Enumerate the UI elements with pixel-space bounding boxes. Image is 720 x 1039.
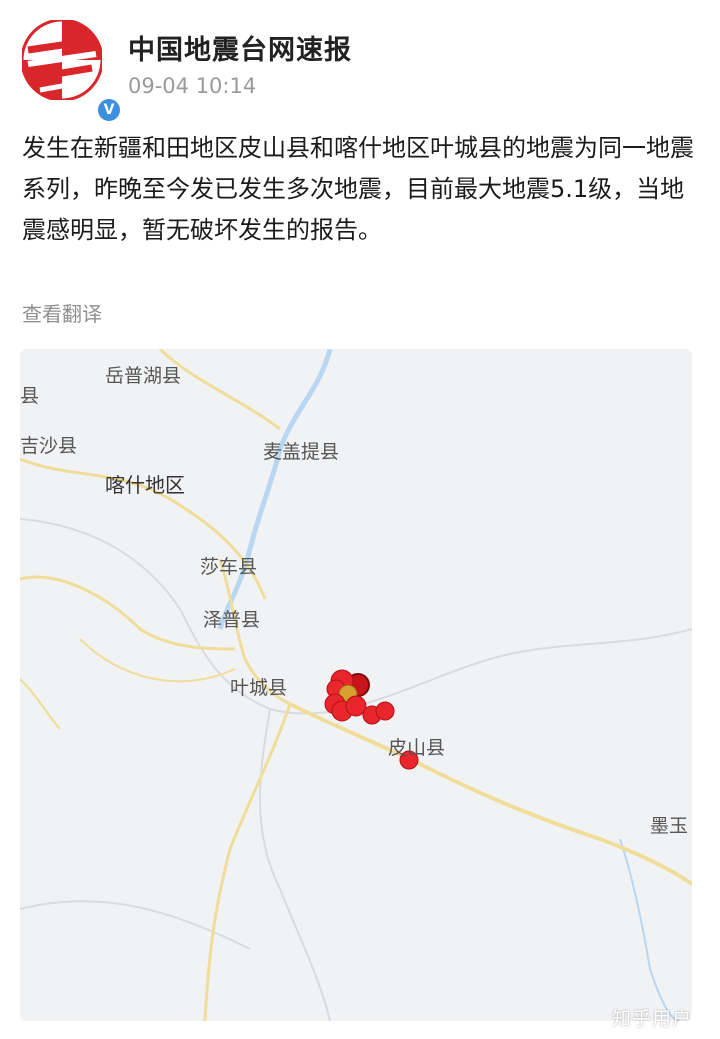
- road-line: [203, 703, 292, 1021]
- map-label-pishan: 皮山县: [388, 737, 446, 759]
- road-line: [79, 638, 236, 683]
- river-line: [217, 349, 333, 630]
- map-label-jiashi: 吉沙县: [20, 435, 78, 457]
- road-line: [289, 702, 692, 886]
- post-timestamp: 09-04 10:14: [128, 74, 257, 98]
- map-label-yecheng: 叶城县: [230, 677, 288, 699]
- cenc-logo-icon: [22, 20, 102, 100]
- road-line: [20, 678, 61, 730]
- map-label-yuepuhu: 岳普湖县: [105, 365, 182, 387]
- verified-badge-icon: V: [96, 97, 122, 123]
- map-label-kashgar: 喀什地区: [105, 473, 185, 497]
- earthquake-map[interactable]: 岳普湖县 县 吉沙县 麦盖提县 喀什地区 莎车县 泽普县 叶城县 皮山县 墨玉: [20, 349, 692, 1021]
- map-label-edge-county: 县: [20, 385, 40, 407]
- account-name[interactable]: 中国地震台网速报: [128, 28, 352, 67]
- epicenter-marker[interactable]: [375, 701, 395, 721]
- map-label-moyu: 墨玉: [650, 815, 689, 837]
- map-label-shache: 莎车县: [200, 556, 258, 578]
- avatar[interactable]: V: [22, 20, 122, 123]
- post-text: 发生在新疆和田地区皮山县和喀什地区叶城县的地震为同一地震系列，昨晚至今发已发生多…: [22, 134, 694, 244]
- translate-link[interactable]: 查看翻译: [22, 298, 102, 327]
- map-label-zepu: 泽普县: [203, 609, 261, 631]
- map-label-maigaiti: 麦盖提县: [263, 441, 340, 463]
- map-canvas: [20, 349, 692, 1021]
- zhihu-watermark: 知乎用户: [612, 1008, 693, 1030]
- river-line: [619, 838, 681, 1021]
